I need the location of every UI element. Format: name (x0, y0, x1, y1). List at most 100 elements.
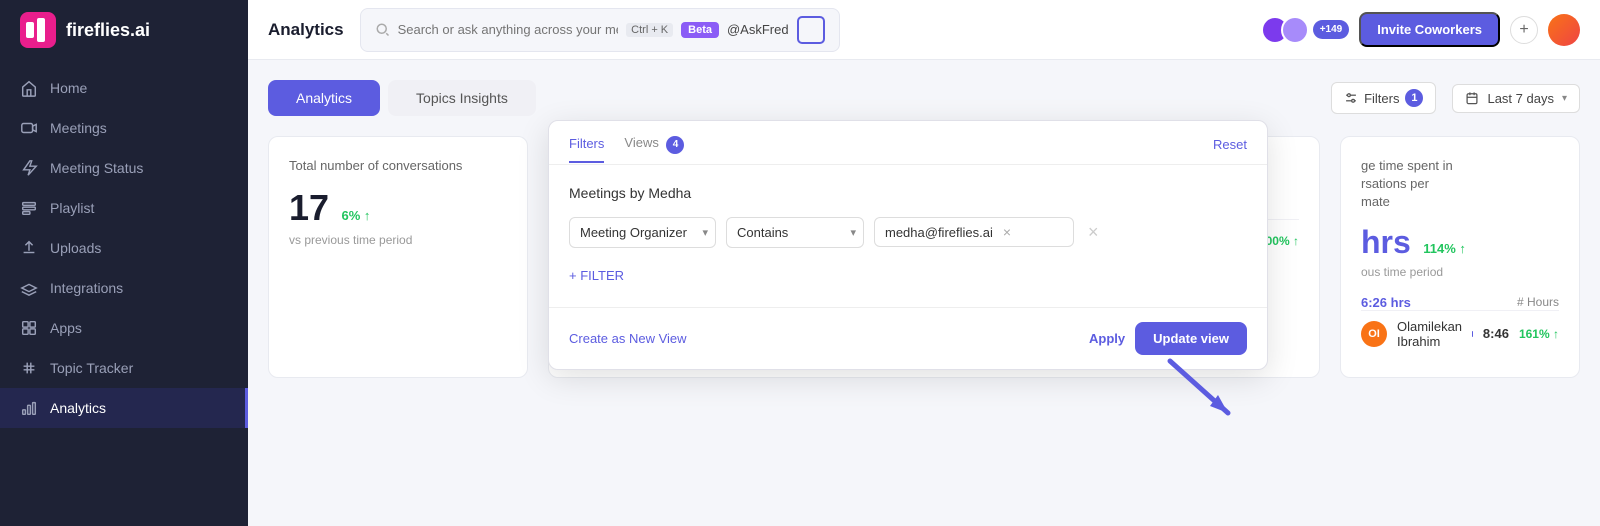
add-filter-label: + FILTER (569, 268, 624, 283)
right-stat-footer: 6:26 hrs # Hours (1361, 295, 1559, 310)
zap-icon (20, 159, 38, 177)
date-range-label: Last 7 days (1487, 91, 1554, 106)
stat-change: 6% ↑ (342, 208, 371, 223)
operator-select-wrapper: Contains Does not contain Is Is not (726, 217, 864, 248)
page-title: Analytics (268, 20, 344, 40)
filter-tab-views-label: Views (624, 135, 658, 150)
sidebar-item-meetings[interactable]: Meetings (0, 108, 248, 148)
right-change-pct: 161% (1519, 327, 1550, 341)
add-button[interactable]: + (1510, 16, 1538, 44)
sidebar-item-uploads-label: Uploads (50, 240, 101, 256)
filter-footer: Create as New View Apply Update view (549, 307, 1267, 369)
filter-reset-button[interactable]: Reset (1213, 137, 1247, 162)
filter-tab-views[interactable]: Views 4 (624, 135, 684, 164)
remove-row-button[interactable]: × (1084, 222, 1103, 243)
right-stat-change: 114% ↑ (1423, 241, 1466, 256)
right-bar-wrap (1472, 331, 1473, 337)
sidebar-item-integrations-label: Integrations (50, 280, 123, 296)
right-teammate-name: Olamilekan Ibrahim (1397, 319, 1462, 349)
list-icon (20, 199, 38, 217)
chevron-down-icon: ▾ (1562, 93, 1567, 104)
filters-label: Filters (1364, 91, 1399, 106)
right-stat-change-pct: 114% (1423, 241, 1456, 256)
filters-button[interactable]: Filters 1 (1331, 82, 1436, 114)
header-actions: +149 Invite Coworkers + (1261, 12, 1580, 47)
home-icon (20, 79, 38, 97)
shortcut-key: Ctrl + K (626, 23, 673, 37)
sidebar-item-topic-tracker-label: Topic Tracker (50, 360, 133, 376)
page-body: Analytics Topics Insights Filters 1 Last… (248, 60, 1600, 526)
apply-button[interactable]: Apply (1089, 331, 1125, 346)
sidebar-item-integrations[interactable]: Integrations (0, 268, 248, 308)
header: Analytics Ctrl + K Beta @AskFred +149 In… (248, 0, 1600, 60)
filter-footer-right: Apply Update view (1089, 322, 1247, 355)
field-select[interactable]: Meeting Organizer Attendees Date Duratio… (569, 217, 716, 248)
remove-filter-button[interactable]: × (999, 224, 1015, 240)
avatar-2 (1281, 16, 1309, 44)
bar-chart-icon (20, 399, 38, 417)
filter-dropdown: Filters Views 4 Reset Meetings by Medha … (548, 120, 1268, 370)
hash-icon (20, 359, 38, 377)
sidebar-item-meeting-status-label: Meeting Status (50, 160, 143, 176)
sidebar-item-analytics[interactable]: Analytics (0, 388, 248, 428)
user-avatar[interactable] (1548, 14, 1580, 46)
create-view-button[interactable]: Create as New View (569, 331, 687, 346)
sidebar: fireflies.ai Home Meetings Meeting Statu… (0, 0, 248, 526)
calendar-icon (1465, 91, 1479, 105)
date-range-button[interactable]: Last 7 days ▾ (1452, 84, 1580, 113)
sidebar-item-playlist[interactable]: Playlist (0, 188, 248, 228)
right-stat-label: ge time spent inrsations permate (1361, 157, 1559, 212)
layers-icon (20, 279, 38, 297)
right-stat-label-text: ge time spent inrsations permate (1361, 158, 1453, 209)
filter-tab-filters[interactable]: Filters (569, 136, 604, 163)
upload-icon (20, 239, 38, 257)
logo[interactable]: fireflies.ai (0, 0, 248, 60)
filter-value-input[interactable]: medha@fireflies.ai × (874, 217, 1074, 247)
right-teammate-bar (1472, 331, 1473, 337)
main-content: Analytics Ctrl + K Beta @AskFred +149 In… (248, 0, 1600, 526)
search-input[interactable] (398, 22, 619, 37)
stat-label: Total number of conversations (289, 157, 507, 175)
operator-select[interactable]: Contains Does not contain Is Is not (726, 217, 864, 248)
tabs-row: Analytics Topics Insights Filters 1 Last… (268, 80, 1580, 116)
square-button[interactable] (797, 16, 825, 44)
search-bar[interactable]: Ctrl + K Beta @AskFred (360, 8, 840, 52)
sidebar-item-home[interactable]: Home (0, 68, 248, 108)
stat-change-pct: 6% (342, 208, 361, 223)
right-stat-change-dir: ↑ (1459, 241, 1466, 256)
teammate-change-dir: ↑ (1293, 234, 1299, 248)
avatars-stack: +149 (1261, 16, 1350, 44)
update-view-button[interactable]: Update view (1135, 322, 1247, 355)
stat-change-dir: ↑ (364, 208, 371, 223)
logo-text: fireflies.ai (66, 20, 150, 41)
sidebar-nav: Home Meetings Meeting Status Playlist Up… (0, 60, 248, 526)
right-avatar: OI (1361, 321, 1387, 347)
stat-value: 17 (289, 187, 329, 228)
sidebar-item-home-label: Home (50, 80, 87, 96)
filter-value-text: medha@fireflies.ai (885, 225, 993, 240)
sidebar-item-topic-tracker[interactable]: Topic Tracker (0, 348, 248, 388)
right-stat-value-row: hrs 114% ↑ (1361, 224, 1559, 261)
tab-analytics[interactable]: Analytics (268, 80, 380, 116)
total-conversations-card: Total number of conversations 17 6% ↑ vs… (268, 136, 528, 378)
invite-coworkers-button[interactable]: Invite Coworkers (1359, 12, 1500, 47)
logo-icon (20, 12, 56, 48)
sidebar-item-uploads[interactable]: Uploads (0, 228, 248, 268)
filter-count: 1 (1405, 89, 1423, 107)
right-change-dir: ↑ (1553, 327, 1559, 341)
sidebar-item-analytics-label: Analytics (50, 400, 106, 416)
filter-row: Meeting Organizer Attendees Date Duratio… (569, 217, 1247, 248)
hours-label: 6:26 hrs (1361, 295, 1411, 310)
field-select-wrapper: Meeting Organizer Attendees Date Duratio… (569, 217, 716, 248)
filter-body: Meetings by Medha Meeting Organizer Atte… (549, 165, 1267, 307)
right-teammate-change: 161% ↑ (1519, 327, 1559, 341)
avatar-count: +149 (1313, 20, 1350, 39)
right-teammate-value: 8:46 (1483, 326, 1509, 341)
add-filter-button[interactable]: + FILTER (569, 264, 1247, 287)
stat-prev: vs previous time period (289, 233, 507, 247)
sidebar-item-apps[interactable]: Apps (0, 308, 248, 348)
ask-fred-label: @AskFred (727, 22, 789, 37)
sidebar-item-playlist-label: Playlist (50, 200, 94, 216)
tab-topics-insights[interactable]: Topics Insights (388, 80, 536, 116)
sidebar-item-meeting-status[interactable]: Meeting Status (0, 148, 248, 188)
